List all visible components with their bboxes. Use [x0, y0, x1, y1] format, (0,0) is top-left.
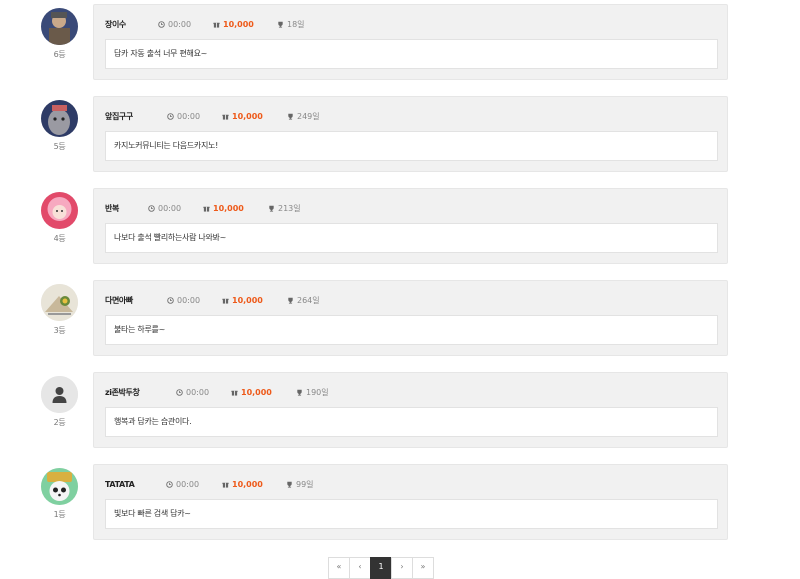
rank-label: 1등 — [53, 510, 66, 519]
comment-card: 다면아빠 00:00 10,000 264일 불타는 하루를~ — [93, 280, 728, 356]
gift-icon — [213, 22, 220, 28]
user-name[interactable]: TATATA — [105, 479, 135, 491]
days-info: 249일 — [287, 111, 320, 123]
points-text: 10,000 — [241, 388, 272, 397]
trophy-icon — [297, 389, 302, 396]
user-name[interactable]: 다면아빠 — [105, 295, 133, 307]
user-name[interactable]: 반복 — [105, 203, 119, 215]
days-text: 18일 — [287, 20, 305, 29]
clock-icon — [176, 389, 183, 396]
gift-icon — [203, 206, 210, 212]
panda-avatar[interactable] — [41, 468, 78, 505]
clock-icon — [166, 481, 173, 488]
time-info: 00:00 — [176, 387, 209, 399]
attendance-entry: 6등 장이수 00:00 10,000 18일 답카 자동 출석 너무 편해요~ — [0, 4, 800, 84]
attendance-entry: 3등 다면아빠 00:00 10,000 264일 불타는 하루를~ — [0, 280, 800, 360]
time-info: 00:00 — [166, 479, 199, 491]
time-text: 00:00 — [176, 480, 200, 489]
default-user-avatar[interactable] — [41, 376, 78, 413]
last-page-button[interactable]: » — [412, 557, 434, 579]
next-page-button[interactable]: › — [391, 557, 413, 579]
rank-label: 3등 — [53, 326, 66, 335]
days-text: 249일 — [297, 112, 320, 121]
user-name[interactable]: 장이수 — [105, 19, 126, 31]
comment-message: 카지노커뮤니티는 다음드카지노! — [105, 131, 718, 161]
comment-message: 불타는 하루를~ — [105, 315, 718, 345]
points-info: 10,000 — [213, 19, 254, 31]
rank-label: 5등 — [53, 142, 66, 151]
points-text: 10,000 — [213, 204, 244, 213]
gift-icon — [222, 482, 229, 488]
days-text: 264일 — [297, 296, 320, 305]
time-text: 00:00 — [177, 296, 201, 305]
user-name[interactable]: zi존박두창 — [105, 387, 140, 399]
attendance-entry: 1등 TATATA 00:00 10,000 99일 빛보다 빠른 검색 답카~ — [0, 464, 800, 544]
rank-label: 4등 — [53, 234, 66, 243]
days-info: 190일 — [296, 387, 329, 399]
rank-label: 2등 — [53, 418, 66, 427]
days-info: 99일 — [286, 479, 314, 491]
time-info: 00:00 — [148, 203, 181, 215]
gift-icon — [222, 114, 229, 120]
page-1-button[interactable]: 1 — [370, 557, 392, 579]
clock-icon — [158, 21, 165, 28]
trophy-icon — [269, 205, 274, 212]
days-info: 264일 — [287, 295, 320, 307]
attendance-entry: 4등 반복 00:00 10,000 213일 나보다 출석 빨리하는사람 나와… — [0, 188, 800, 268]
points-text: 10,000 — [232, 112, 263, 121]
trophy-icon — [288, 297, 293, 304]
points-text: 10,000 — [223, 20, 254, 29]
time-info: 00:00 — [158, 19, 191, 31]
trophy-icon — [287, 481, 292, 488]
points-info: 10,000 — [222, 479, 263, 491]
warrior-avatar[interactable] — [41, 8, 78, 45]
points-text: 10,000 — [232, 296, 263, 305]
pink-hair-avatar[interactable] — [41, 192, 78, 229]
clock-icon — [167, 113, 174, 120]
pagination: « ‹ 1 › » — [328, 557, 434, 579]
clock-icon — [148, 205, 155, 212]
gift-icon — [231, 390, 238, 396]
trophy-icon — [278, 21, 283, 28]
attendance-entry: 2등 zi존박두창 00:00 10,000 190일 행복과 답카는 습관이다… — [0, 372, 800, 452]
user-name[interactable]: 앞집구구 — [105, 111, 133, 123]
days-info: 18일 — [277, 19, 305, 31]
comment-card: 앞집구구 00:00 10,000 249일 카지노커뮤니티는 다음드카지노! — [93, 96, 728, 172]
days-info: 213일 — [268, 203, 301, 215]
trophy-icon — [288, 113, 293, 120]
time-text: 00:00 — [168, 20, 192, 29]
time-text: 00:00 — [177, 112, 201, 121]
cartoon-avatar[interactable] — [41, 284, 78, 321]
comment-card: TATATA 00:00 10,000 99일 빛보다 빠른 검색 답카~ — [93, 464, 728, 540]
time-info: 00:00 — [167, 111, 200, 123]
points-info: 10,000 — [222, 295, 263, 307]
points-text: 10,000 — [232, 480, 263, 489]
comment-card: 장이수 00:00 10,000 18일 답카 자동 출석 너무 편해요~ — [93, 4, 728, 80]
points-info: 10,000 — [203, 203, 244, 215]
points-info: 10,000 — [231, 387, 272, 399]
time-text: 00:00 — [158, 204, 182, 213]
comment-message: 행복과 답카는 습관이다. — [105, 407, 718, 437]
prev-page-button[interactable]: ‹ — [349, 557, 371, 579]
time-info: 00:00 — [167, 295, 200, 307]
points-info: 10,000 — [222, 111, 263, 123]
comment-card: 반복 00:00 10,000 213일 나보다 출석 빨리하는사람 나와봐~ — [93, 188, 728, 264]
days-text: 99일 — [296, 480, 314, 489]
comment-card: zi존박두창 00:00 10,000 190일 행복과 답카는 습관이다. — [93, 372, 728, 448]
rank-label: 6등 — [53, 50, 66, 59]
comment-message: 빛보다 빠른 검색 답카~ — [105, 499, 718, 529]
gift-icon — [222, 298, 229, 304]
attendance-entry: 5등 앞집구구 00:00 10,000 249일 카지노커뮤니티는 다음드카지… — [0, 96, 800, 176]
monster-avatar[interactable] — [41, 100, 78, 137]
time-text: 00:00 — [186, 388, 210, 397]
comment-message: 답카 자동 출석 너무 편해요~ — [105, 39, 718, 69]
clock-icon — [167, 297, 174, 304]
days-text: 213일 — [278, 204, 301, 213]
days-text: 190일 — [306, 388, 329, 397]
comment-message: 나보다 출석 빨리하는사람 나와봐~ — [105, 223, 718, 253]
first-page-button[interactable]: « — [328, 557, 350, 579]
